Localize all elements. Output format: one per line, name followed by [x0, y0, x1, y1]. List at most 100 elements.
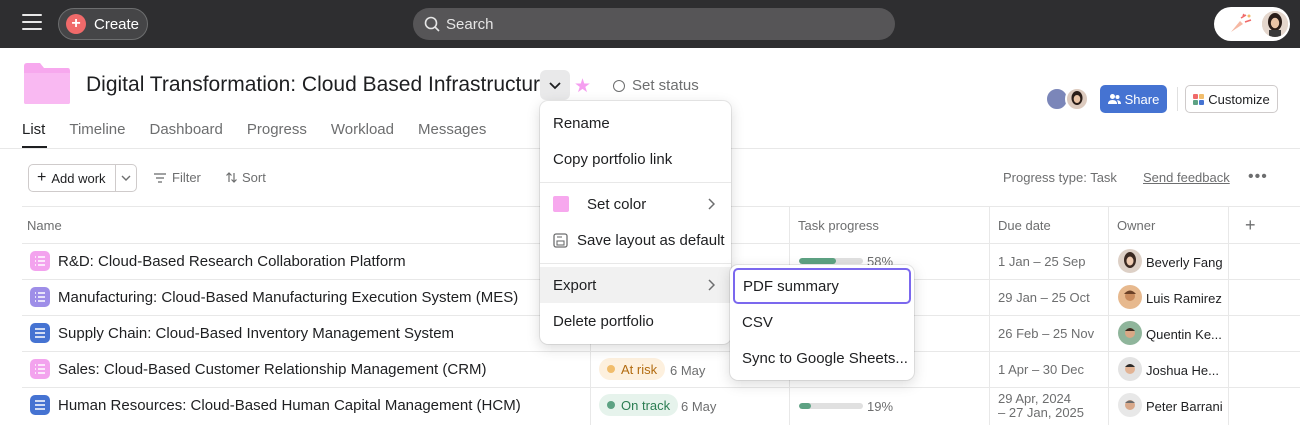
add-work-dropdown[interactable] [116, 165, 136, 191]
add-column-icon[interactable]: + [1245, 215, 1256, 236]
menu-divider [540, 182, 731, 183]
account-menu[interactable] [1214, 7, 1290, 41]
owner-avatar [1118, 393, 1142, 417]
owner-avatar [1118, 357, 1142, 381]
table-row-name[interactable]: Supply Chain: Cloud-Based Inventory Mana… [58, 325, 454, 342]
set-status-button[interactable]: Set status [613, 77, 699, 94]
page-title: Digital Transformation: Cloud Based Infr… [86, 73, 552, 96]
hamburger-menu-icon[interactable] [22, 14, 42, 34]
plus-icon: + [66, 14, 86, 34]
menu-item-label: Set color [587, 195, 647, 213]
table-row-name[interactable]: Manufacturing: Cloud-Based Manufacturing… [58, 289, 518, 306]
filter-button[interactable]: Filter [153, 170, 201, 185]
create-button[interactable]: + Create [58, 8, 148, 40]
search-bar[interactable]: Search [413, 8, 895, 40]
export-google-sheets[interactable]: Sync to Google Sheets... [730, 340, 914, 376]
menu-item-save-layout[interactable]: Save layout as default [540, 222, 731, 258]
tab-dashboard[interactable]: Dashboard [149, 121, 222, 138]
status-badge-at-risk[interactable]: At risk [599, 358, 666, 380]
submenu-label: Sync to Google Sheets... [742, 349, 908, 367]
portfolio-item-icon [30, 251, 50, 271]
tab-messages[interactable]: Messages [418, 121, 486, 138]
add-work-button[interactable]: + Add work [29, 165, 116, 191]
send-feedback-link[interactable]: Send feedback [1143, 170, 1230, 185]
progress-bar [799, 258, 863, 264]
project-actions-menu: Rename Copy portfolio link Set color Sav… [540, 101, 731, 344]
top-bar: + Create Search [0, 0, 1300, 48]
export-submenu: PDF summary CSV Sync to Google Sheets... [730, 265, 914, 380]
owner-name[interactable]: Beverly Fang [1146, 255, 1223, 270]
menu-item-export[interactable]: Export [540, 267, 731, 303]
portfolio-item-icon [30, 287, 50, 307]
progress-fill [799, 403, 812, 409]
status-badge-on-track[interactable]: On track [599, 394, 679, 416]
save-layout-icon [553, 232, 568, 248]
tab-timeline[interactable]: Timeline [69, 121, 125, 138]
menu-item-label: Delete portfolio [553, 312, 654, 330]
owner-name[interactable]: Quentin Ke... [1146, 327, 1222, 342]
export-csv[interactable]: CSV [730, 304, 914, 340]
divider [1177, 87, 1178, 111]
due-date-end[interactable]: – 27 Jan, 2025 [998, 406, 1084, 420]
column-header-task-progress[interactable]: Task progress [798, 218, 879, 233]
submenu-label: CSV [742, 313, 773, 331]
project-actions-button[interactable] [540, 70, 570, 100]
favorite-star-icon[interactable]: ★ [574, 75, 591, 98]
menu-item-delete[interactable]: Delete portfolio [540, 303, 731, 339]
due-date[interactable]: 1 Jan – 25 Sep [998, 255, 1085, 269]
portfolio-item-icon [30, 323, 50, 343]
sort-button[interactable]: Sort [225, 170, 266, 185]
add-work-button-group: + Add work [28, 164, 137, 192]
view-tabs: List Timeline Dashboard Progress Workloa… [22, 121, 510, 138]
customize-grid-icon [1193, 93, 1205, 105]
share-button[interactable]: Share [1100, 85, 1167, 113]
owner-avatar [1118, 249, 1142, 273]
progress-type-selector[interactable]: Progress type: Task [1003, 170, 1117, 185]
owner-avatar [1118, 321, 1142, 345]
customize-button[interactable]: Customize [1185, 85, 1278, 113]
user-avatar [1262, 11, 1288, 37]
portfolio-folder-icon [24, 63, 70, 104]
menu-item-copy-link[interactable]: Copy portfolio link [540, 141, 731, 177]
owner-name[interactable]: Joshua He... [1146, 363, 1219, 378]
status-circle-icon [613, 79, 625, 92]
member-avatars[interactable] [1045, 87, 1093, 111]
due-date[interactable]: 29 Apr, 2024 [998, 392, 1071, 406]
tab-list[interactable]: List [22, 121, 45, 138]
more-options-icon[interactable]: ••• [1248, 168, 1268, 186]
filter-label: Filter [172, 170, 201, 185]
owner-name[interactable]: Luis Ramirez [1146, 291, 1222, 306]
column-header-due-date[interactable]: Due date [998, 218, 1051, 233]
menu-item-label: Save layout as default [577, 231, 725, 249]
tab-progress[interactable]: Progress [247, 121, 307, 138]
create-label: Create [94, 15, 140, 33]
member-avatar [1065, 87, 1089, 111]
sort-icon [226, 172, 237, 183]
submenu-label: PDF summary [743, 277, 839, 295]
filter-icon [154, 172, 166, 183]
customize-label: Customize [1208, 91, 1270, 107]
owner-name[interactable]: Peter Barrani [1146, 399, 1223, 414]
people-icon [1107, 94, 1121, 104]
export-pdf-summary[interactable]: PDF summary [733, 268, 911, 304]
progress-fill [799, 258, 837, 264]
tab-workload[interactable]: Workload [331, 121, 394, 138]
chevron-right-icon [708, 279, 715, 291]
search-icon [424, 16, 440, 32]
due-date[interactable]: 1 Apr – 30 Dec [998, 363, 1084, 377]
due-date[interactable]: 29 Jan – 25 Oct [998, 291, 1090, 305]
menu-item-rename[interactable]: Rename [540, 105, 731, 141]
column-header-name[interactable]: Name [27, 218, 62, 233]
due-date[interactable]: 26 Feb – 25 Nov [998, 327, 1094, 341]
menu-item-set-color[interactable]: Set color [540, 186, 731, 222]
status-date: 6 May [670, 363, 706, 378]
share-label: Share [1124, 91, 1160, 107]
portfolio-item-icon [30, 395, 50, 415]
table-row-name[interactable]: Human Resources: Cloud-Based Human Capit… [58, 397, 521, 414]
status-date: 6 May [681, 399, 717, 414]
sort-label: Sort [242, 170, 266, 185]
table-row-name[interactable]: R&D: Cloud-Based Research Collaboration … [58, 253, 406, 270]
table-row-name[interactable]: Sales: Cloud-Based Customer Relationship… [58, 361, 487, 378]
column-header-owner[interactable]: Owner [1117, 218, 1155, 233]
menu-divider [540, 263, 731, 264]
